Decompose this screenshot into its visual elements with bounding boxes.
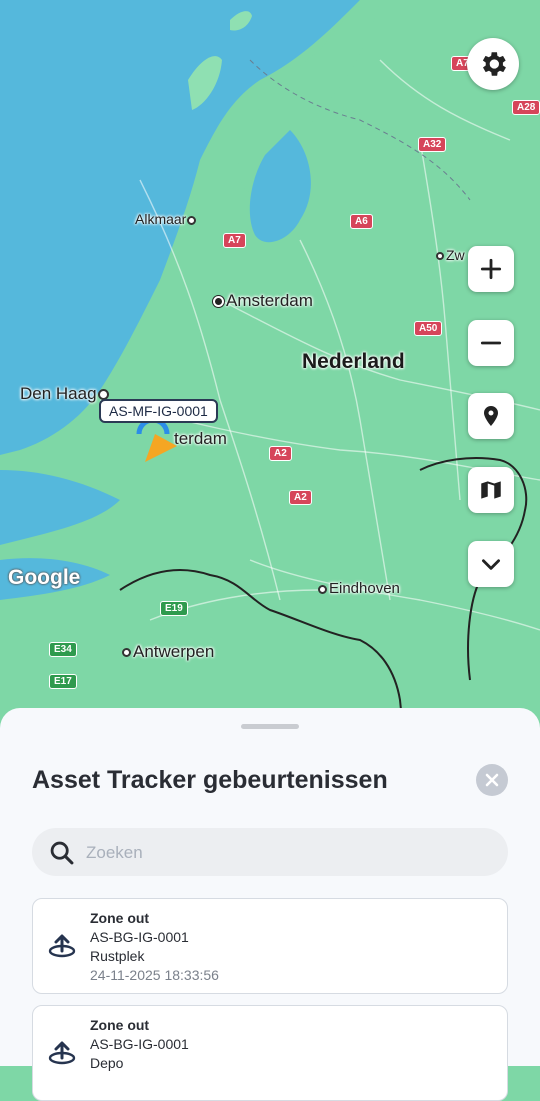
settings-button[interactable] (467, 38, 519, 90)
road-shield-a32: A32 (418, 137, 447, 152)
road-shield-a50: A50 (414, 321, 443, 336)
label-antwerpen: Antwerpen (122, 642, 214, 662)
map-type-button[interactable] (468, 467, 514, 513)
label-nederland: Nederland (302, 350, 405, 373)
gear-icon (482, 52, 506, 76)
label-eindhoven: Eindhoven (318, 580, 400, 597)
road-shield-a28: A28 (512, 100, 540, 115)
road-shield-a2: A2 (289, 490, 312, 505)
location-pin-icon (484, 406, 498, 426)
label-antwerpen-text: Antwerpen (133, 642, 215, 661)
event-details: Zone out AS-BG-IG-0001 Rustplek 24-11-20… (90, 909, 219, 985)
event-time: 24-11-2025 18:33:56 (90, 967, 219, 983)
asset-label[interactable]: AS-MF-IG-0001 (99, 399, 218, 423)
asset-marker[interactable] (133, 416, 183, 471)
event-card[interactable]: Zone out AS-BG-IG-0001 Depo (32, 1005, 508, 1101)
map-background (0, 0, 540, 720)
close-icon (485, 773, 499, 787)
city-dot-icon (122, 648, 131, 658)
label-den-haag-text: Den Haag (20, 384, 97, 403)
plus-icon (480, 258, 502, 280)
road-shield-a7: A7 (223, 233, 246, 248)
chevron-down-icon (482, 559, 500, 570)
search-icon (50, 841, 74, 865)
event-type: Zone out (90, 1017, 150, 1033)
zoom-out-button[interactable] (468, 320, 514, 366)
navigation-arrow-icon (145, 434, 177, 462)
label-zwolle-text: Zw (446, 247, 465, 263)
sheet-title: Asset Tracker gebeurtenissen (32, 766, 388, 794)
close-button[interactable] (476, 764, 508, 796)
event-card[interactable]: Zone out AS-BG-IG-0001 Rustplek 24-11-20… (32, 898, 508, 994)
event-zone: Rustplek (90, 948, 145, 964)
minus-icon (480, 341, 502, 345)
road-shield-e17: E17 (49, 674, 77, 689)
event-asset: AS-BG-IG-0001 (90, 929, 189, 945)
search-input[interactable] (84, 836, 488, 870)
road-shield-e34: E34 (49, 642, 77, 657)
events-bottom-sheet: Asset Tracker gebeurtenissen Zone out AS… (0, 708, 540, 1101)
road-shield-a6: A6 (350, 214, 373, 229)
road-shield-a2: A2 (269, 446, 292, 461)
label-alkmaar-text: Alkmaar (135, 211, 187, 227)
google-logo: Google (8, 566, 81, 589)
label-den-haag: Den Haag (20, 384, 111, 404)
event-details: Zone out AS-BG-IG-0001 Depo (90, 1016, 189, 1073)
road-shield-e19: E19 (160, 601, 188, 616)
search-bar[interactable] (32, 828, 508, 876)
my-location-button[interactable] (468, 393, 514, 439)
map-view[interactable]: Nederland Amsterdam Alkmaar Den Haag ter… (0, 0, 540, 720)
map-icon (481, 481, 501, 499)
label-alkmaar: Alkmaar (135, 211, 198, 227)
drag-handle[interactable] (241, 724, 299, 729)
label-amsterdam-text: Amsterdam (226, 291, 313, 310)
collapse-button[interactable] (468, 541, 514, 587)
event-zone: Depo (90, 1055, 124, 1071)
event-type: Zone out (90, 910, 150, 926)
label-eindhoven-text: Eindhoven (329, 580, 400, 597)
city-dot-icon (213, 296, 224, 308)
city-dot-icon (187, 215, 197, 225)
label-zwolle: Zw (436, 247, 465, 263)
event-asset: AS-BG-IG-0001 (90, 1036, 189, 1052)
zone-out-icon (48, 934, 76, 958)
city-dot-icon (318, 584, 327, 594)
zone-out-icon (48, 1041, 76, 1065)
city-dot-icon (436, 252, 444, 261)
zoom-in-button[interactable] (468, 246, 514, 292)
label-amsterdam: Amsterdam (213, 291, 313, 311)
